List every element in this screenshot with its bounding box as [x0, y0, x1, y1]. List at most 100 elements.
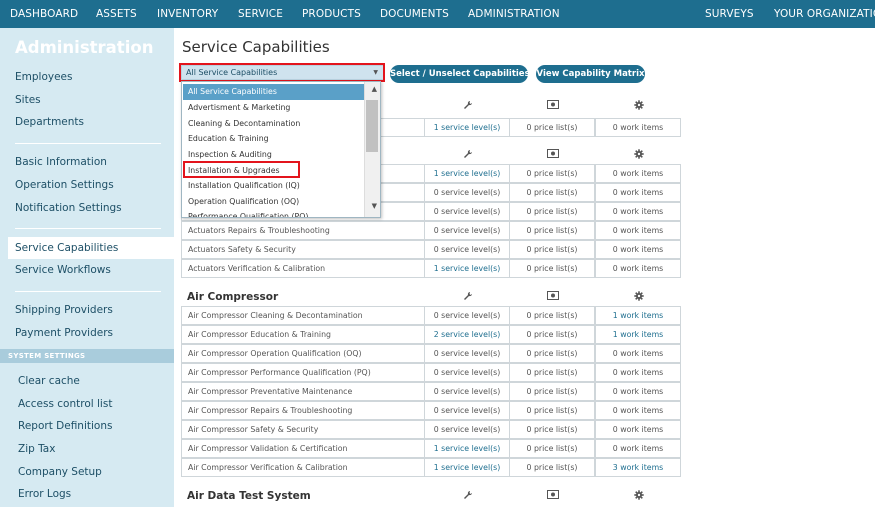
work-items-count: 0 work items [595, 439, 681, 458]
wrench-icon [425, 490, 511, 503]
price-lists-count: 0 price list(s) [509, 118, 595, 137]
service-levels-count: 0 service level(s) [424, 183, 510, 202]
option-highlight-frame [183, 161, 300, 178]
price-lists-count: 0 price list(s) [509, 306, 595, 325]
sidebar-item-zip-tax[interactable]: Zip Tax [18, 443, 55, 455]
work-items-link[interactable]: 1 work items [595, 325, 681, 344]
dropdown-scrollbar[interactable]: ▲ ▼ [364, 82, 380, 217]
table-row-name: Air Compressor Preventative Maintenance [181, 382, 425, 401]
dropdown-option[interactable]: Operation Qualification (OQ) [183, 194, 364, 210]
sidebar-divider [15, 291, 161, 292]
work-items-link[interactable]: 3 work items [595, 458, 681, 477]
work-items-link[interactable]: 1 work items [595, 306, 681, 325]
dropdown-option[interactable]: Installation Qualification (IQ) [183, 178, 364, 194]
work-items-count: 0 work items [595, 259, 681, 278]
capability-filter-dropdown: All Service Capabilities Advertisment & … [181, 81, 381, 218]
dropdown-option[interactable]: Performance Qualification (PQ) [183, 209, 364, 217]
sidebar-item-departments[interactable]: Departments [15, 116, 84, 128]
dropdown-option[interactable]: Cleaning & Decontamination [183, 116, 364, 132]
nav-service[interactable]: SERVICE [238, 0, 283, 28]
service-levels-count: 0 service level(s) [424, 344, 510, 363]
sidebar-item-employees[interactable]: Employees [15, 71, 72, 83]
system-settings-header: SYSTEM SETTINGS [0, 349, 174, 363]
wrench-icon [425, 100, 511, 113]
nav-dashboard[interactable]: DASHBOARD [10, 0, 78, 28]
work-items-count: 0 work items [595, 118, 681, 137]
price-lists-count: 0 price list(s) [509, 325, 595, 344]
sidebar-item-company-setup[interactable]: Company Setup [18, 466, 102, 478]
service-levels-link[interactable]: 1 service level(s) [424, 458, 510, 477]
nav-surveys[interactable]: SURVEYS [705, 0, 754, 28]
gear-icon [596, 490, 682, 503]
sidebar-item-access-control-list[interactable]: Access control list [18, 398, 112, 410]
service-levels-count: 0 service level(s) [424, 401, 510, 420]
table-row-name: Air Compressor Cleaning & Decontaminatio… [181, 306, 425, 325]
work-items-count: 0 work items [595, 202, 681, 221]
group-title-air-compressor: Air Compressor [187, 291, 279, 303]
table-row-name: Air Compressor Operation Qualification (… [181, 344, 425, 363]
nav-assets[interactable]: ASSETS [96, 0, 137, 28]
dropdown-option[interactable]: Education & Training [183, 131, 364, 147]
table-row-name: Air Compressor Verification & Calibratio… [181, 458, 425, 477]
dropdown-option[interactable]: All Service Capabilities [183, 84, 364, 100]
table-row-name: Actuators Safety & Security [181, 240, 425, 259]
money-icon [510, 490, 596, 502]
scrollbar-thumb[interactable] [366, 100, 378, 152]
price-lists-count: 0 price list(s) [509, 202, 595, 221]
sidebar-item-service-workflows[interactable]: Service Workflows [15, 264, 111, 276]
work-items-count: 0 work items [595, 420, 681, 439]
wrench-icon [425, 291, 511, 304]
table-row-name: Actuators Verification & Calibration [181, 259, 425, 278]
money-icon [510, 100, 596, 112]
nav-documents[interactable]: DOCUMENTS [380, 0, 449, 28]
sidebar-item-basic-information[interactable]: Basic Information [15, 156, 107, 168]
work-items-count: 0 work items [595, 164, 681, 183]
nav-administration[interactable]: ADMINISTRATION [468, 0, 560, 28]
sidebar-item-shipping-providers[interactable]: Shipping Providers [15, 304, 113, 316]
gear-icon [596, 291, 682, 304]
work-items-count: 0 work items [595, 382, 681, 401]
sidebar-divider [15, 143, 161, 144]
service-levels-count: 0 service level(s) [424, 240, 510, 259]
money-icon [510, 149, 596, 161]
service-levels-link[interactable]: 1 service level(s) [424, 439, 510, 458]
table-row-name: Actuators Repairs & Troubleshooting [181, 221, 425, 240]
price-lists-count: 0 price list(s) [509, 344, 595, 363]
service-levels-link[interactable]: 1 service level(s) [424, 164, 510, 183]
scroll-up-icon[interactable]: ▲ [372, 85, 377, 93]
nav-your-organization[interactable]: YOUR ORGANIZATION [774, 0, 875, 28]
scroll-down-icon[interactable]: ▼ [372, 202, 377, 210]
dropdown-option[interactable]: Advertisment & Marketing [183, 100, 364, 116]
sidebar-item-sites[interactable]: Sites [15, 94, 41, 106]
group-title-air-data-test-system: Air Data Test System [187, 490, 311, 502]
sidebar-item-payment-providers[interactable]: Payment Providers [15, 327, 113, 339]
table-row-name: Air Compressor Repairs & Troubleshooting [181, 401, 425, 420]
sidebar-item-clear-cache[interactable]: Clear cache [18, 375, 80, 387]
service-levels-link[interactable]: 2 service level(s) [424, 325, 510, 344]
service-levels-count: 0 service level(s) [424, 382, 510, 401]
service-levels-count: 0 service level(s) [424, 306, 510, 325]
work-items-count: 0 work items [595, 344, 681, 363]
sidebar-item-report-definitions[interactable]: Report Definitions [18, 420, 112, 432]
work-items-count: 0 work items [595, 401, 681, 420]
nav-inventory[interactable]: INVENTORY [157, 0, 218, 28]
price-lists-count: 0 price list(s) [509, 164, 595, 183]
price-lists-count: 0 price list(s) [509, 259, 595, 278]
table-row-name: Air Compressor Validation & Certificatio… [181, 439, 425, 458]
gear-icon [596, 149, 682, 162]
gear-icon [596, 100, 682, 113]
select-unselect-capabilities-button[interactable]: Select / Unselect Capabilities [390, 65, 530, 83]
sidebar-item-operation-settings[interactable]: Operation Settings [15, 179, 114, 191]
sidebar-item-service-capabilities[interactable]: Service Capabilities [15, 242, 118, 254]
sidebar-title: Administration [15, 38, 154, 57]
service-levels-link[interactable]: 1 service level(s) [424, 118, 510, 137]
wrench-icon [425, 149, 511, 162]
view-capability-matrix-button[interactable]: View Capability Matrix [536, 65, 645, 83]
service-levels-link[interactable]: 1 service level(s) [424, 259, 510, 278]
select-highlight-frame [179, 63, 385, 82]
money-icon [510, 291, 596, 303]
sidebar-item-error-logs[interactable]: Error Logs [18, 488, 71, 500]
nav-products[interactable]: PRODUCTS [302, 0, 361, 28]
sidebar-item-notification-settings[interactable]: Notification Settings [15, 202, 122, 214]
page-title: Service Capabilities [182, 38, 330, 56]
